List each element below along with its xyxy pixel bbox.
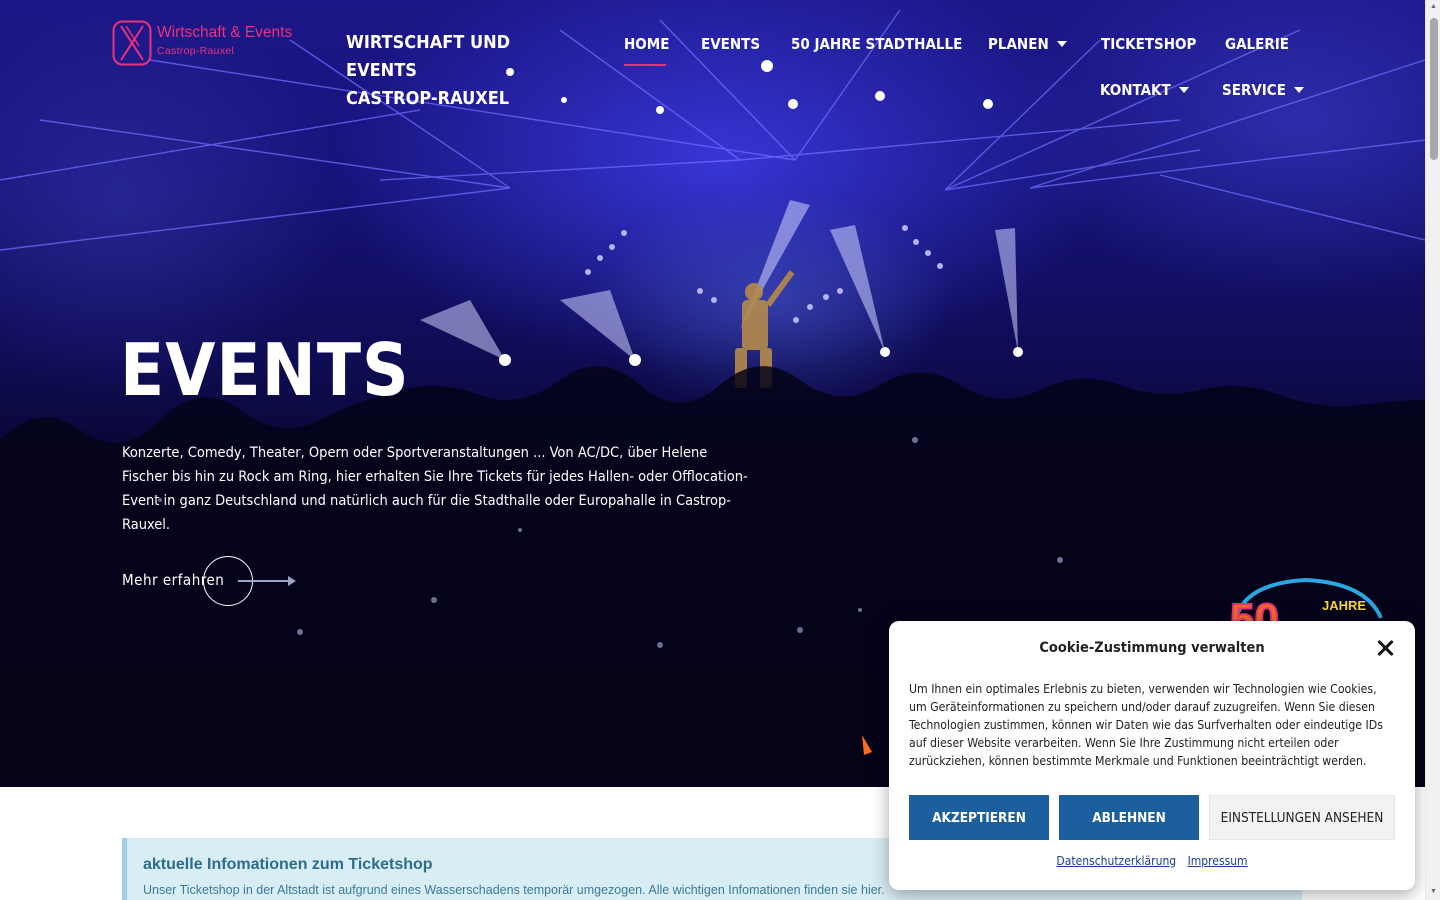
nav-item-planen[interactable]: PLANEN [988,35,1067,53]
privacy-policy-link[interactable]: Datenschutzerklärung [1056,854,1176,868]
nav-item-label: KONTAKT [1100,81,1171,99]
nav-active-indicator [624,64,666,66]
cookie-dialog-text: Um Ihnen ein optimales Erlebnis zu biete… [909,682,1383,768]
deny-cookies-button[interactable]: ABLEHNEN [1059,795,1199,840]
chevron-down-icon [1178,87,1189,93]
nav-item-50-jahre-stadthalle[interactable]: 50 JAHRE STADTHALLE [791,35,962,53]
nav-item-label: GALERIE [1225,35,1289,53]
chevron-down-icon [1056,41,1067,47]
notice-title: aktuelle Infomationen zum Ticketshop [143,856,433,873]
cookie-consent-dialog: Cookie-Zustimmung verwalten Um Ihnen ein… [889,621,1415,890]
site-title-line: WIRTSCHAFT UND [346,32,511,53]
nav-item-label: TICKETSHOP [1101,35,1197,53]
nav-item-kontakt[interactable]: KONTAKT [1100,81,1189,99]
chevron-down-icon [1293,87,1304,93]
cookie-dialog-links: Datenschutzerklärung Impressum [889,854,1415,868]
close-icon[interactable] [1375,638,1395,658]
scroll-up-arrow-icon[interactable]: ▲ [1429,2,1438,11]
nav-item-service[interactable]: SERVICE [1222,81,1304,99]
logo-text: Wirtschaft & Events [157,24,293,41]
hero-description: Konzerte, Comedy, Theater, Opern oder Sp… [122,445,748,533]
notice-text: Unser Ticketshop in der Altstadt ist auf… [143,883,885,897]
nav-item-galerie[interactable]: GALERIE [1225,35,1289,53]
nav-item-label: PLANEN [988,35,1049,53]
logo-subtitle: Castrop-Rauxel [157,45,235,57]
badge-label: JAHRE [1322,598,1366,613]
site-logo[interactable]: Wirtschaft & Events Castrop-Rauxel [112,20,312,66]
site-title-line: CASTROP-RAUXEL [346,88,510,109]
nav-item-label: SERVICE [1222,81,1286,99]
more-info-link[interactable]: Mehr erfahren [122,556,302,608]
site-title[interactable]: WIRTSCHAFT UND EVENTS CASTROP-RAUXEL [346,29,546,113]
nav-item-home[interactable]: HOME [624,35,669,53]
accept-cookies-button[interactable]: AKZEPTIEREN [909,795,1049,840]
hero-title: EVENTS [120,328,410,412]
view-settings-button[interactable]: EINSTELLUNGEN ANSEHEN [1209,795,1395,840]
scroll-down-arrow-icon[interactable]: ▼ [1429,887,1438,896]
site-title-line: EVENTS [346,60,417,81]
page-scrollbar[interactable]: ▲ ▼ [1425,0,1440,900]
imprint-link[interactable]: Impressum [1188,854,1248,868]
nav-item-ticketshop[interactable]: TICKETSHOP [1101,35,1196,53]
nav-item-label: HOME [624,35,670,53]
cookie-dialog-title: Cookie-Zustimmung verwalten [1039,640,1265,656]
arrow-right-icon [238,576,296,586]
nav-item-label: 50 JAHRE STADTHALLE [791,35,963,53]
scrollbar-thumb[interactable] [1430,18,1438,160]
nav-item-events[interactable]: EVENTS [701,35,760,53]
logo-x-icon [112,20,152,66]
nav-item-label: EVENTS [701,35,761,53]
